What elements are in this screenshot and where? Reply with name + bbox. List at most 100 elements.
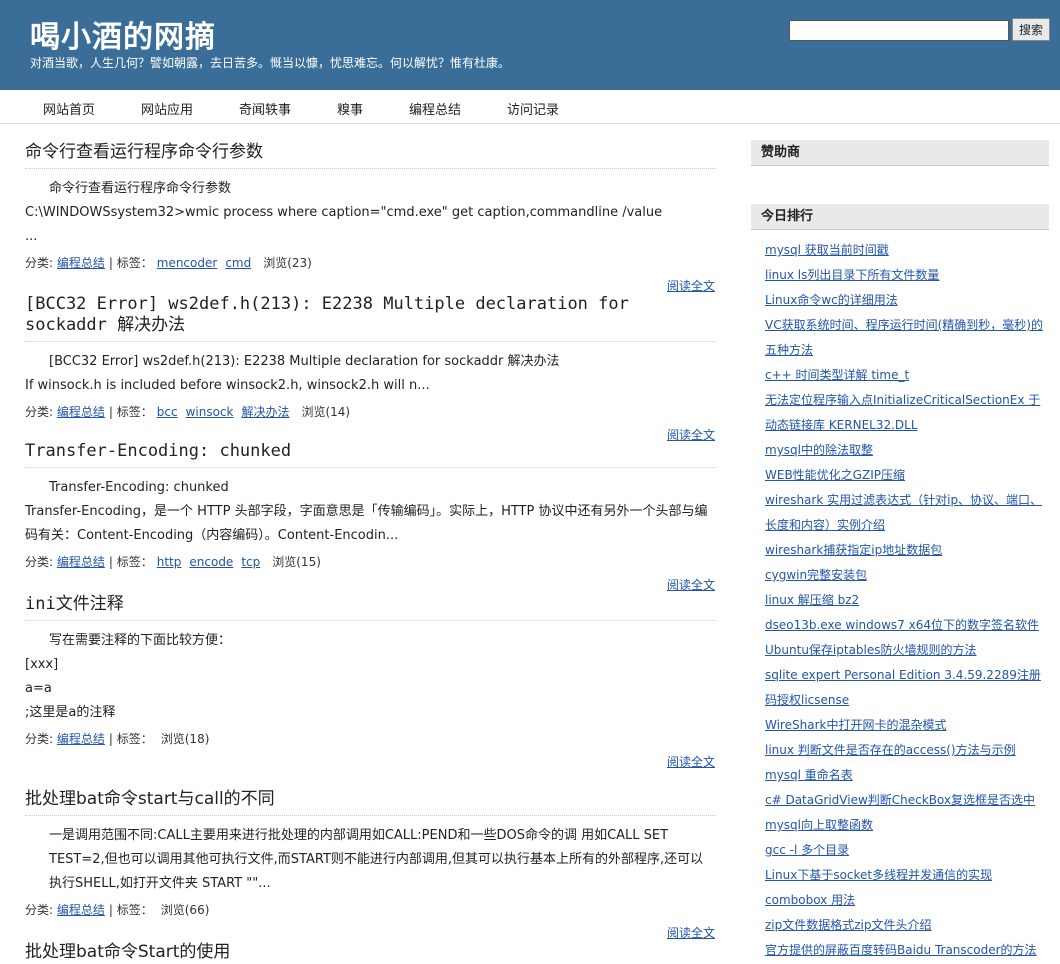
ranking-item-link[interactable]: c++ 时间类型详解 time_t: [765, 368, 909, 382]
post-views: 浏览(14): [301, 405, 351, 419]
ranking-item-link[interactable]: mysql 获取当前时间戳: [765, 243, 889, 257]
ranking-item-link[interactable]: cygwin完整安装包: [765, 568, 867, 582]
site-subtitle: 对酒当歌，人生几何？譬如朝露，去日苦多。慨当以慷，忧思难忘。何以解忧？惟有杜康。: [30, 56, 511, 70]
ranking-item-link[interactable]: mysql向上取整函数: [765, 818, 873, 832]
ranking-item: combobox 用法: [765, 888, 1049, 913]
ranking-item-link[interactable]: VC获取系统时间、程序运行时间(精确到秒，毫秒)的五种方法: [765, 318, 1043, 357]
post-excerpt: Transfer-Encoding: chunked Transfer-Encod…: [25, 476, 715, 548]
post-excerpt: [BCC32 Error] ws2def.h(213): E2238 Multi…: [25, 350, 715, 398]
ranking-item-link[interactable]: zip文件数据格式zip文件头介绍: [765, 918, 932, 932]
tags-label: | 标签：: [108, 732, 153, 746]
ranking-item: dseo13b.exe windows7 x64位下的数字签名软件: [765, 613, 1049, 638]
ranking-item-link[interactable]: mysql中的除法取整: [765, 443, 873, 457]
category-label: 分类:: [25, 732, 54, 746]
post-category-link[interactable]: 编程总结: [57, 256, 105, 270]
category-label: 分类:: [25, 405, 54, 419]
ranking-item: mysql 获取当前时间戳: [765, 238, 1049, 263]
ranking-item-link[interactable]: 官方提供的屏蔽百度转码Baidu Transcoder的方法: [765, 943, 1037, 957]
read-more-wrap: 阅读全文: [25, 924, 715, 942]
post-tag-link[interactable]: mencoder: [157, 256, 218, 270]
category-label: 分类:: [25, 903, 54, 917]
post-title[interactable]: [BCC32 Error] ws2def.h(213): E2238 Multi…: [25, 294, 715, 342]
post-excerpt-line: 写在需要注释的下面比较方便：: [49, 633, 232, 648]
ranking-item: mysql中的除法取整: [765, 438, 1049, 463]
read-more-link[interactable]: 阅读全文: [667, 926, 715, 940]
post-excerpt-line: Transfer-Encoding: chunked: [49, 480, 229, 495]
ranking-item-link[interactable]: mysql 重命名表: [765, 768, 853, 782]
read-more-link[interactable]: 阅读全文: [667, 279, 715, 293]
ranking-item: sqlite expert Personal Edition 3.4.59.22…: [765, 663, 1049, 713]
post-title[interactable]: 批处理bat命令start与call的不同: [25, 789, 715, 816]
post-excerpt-line: [BCC32 Error] ws2def.h(213): E2238 Multi…: [49, 354, 560, 369]
ranking-item-link[interactable]: linux 解压缩 bz2: [765, 593, 859, 607]
ranking-item: linux 解压缩 bz2: [765, 588, 1049, 613]
site-header: 喝小酒的网摘 对酒当歌，人生几何？譬如朝露，去日苦多。慨当以慷，忧思难忘。何以解…: [0, 0, 1060, 90]
tags-label: | 标签：: [108, 405, 153, 419]
ranking-item-link[interactable]: Linux下基于socket多线程并发通信的实现: [765, 868, 992, 882]
post-excerpt-line: Transfer-Encoding，是一个 HTTP 头部字段，字面意思是「传输…: [25, 504, 708, 543]
post-views: 浏览(15): [272, 555, 321, 569]
search-button[interactable]: 搜索: [1012, 18, 1050, 41]
post-excerpt-line: If winsock.h is included before winsock2…: [25, 378, 430, 393]
ranking-item-link[interactable]: linux 判断文件是否存在的access()方法与示例: [765, 743, 1016, 757]
tags-label: | 标签：: [108, 555, 153, 569]
category-label: 分类:: [25, 256, 54, 270]
ranking-item-link[interactable]: Ubuntu保存iptables防火墙规则的方法: [765, 643, 977, 657]
post-views: 浏览(23): [263, 256, 312, 270]
post-tag-link[interactable]: cmd: [225, 256, 251, 270]
post-category-link[interactable]: 编程总结: [57, 405, 105, 419]
post-tag-link[interactable]: http: [157, 555, 182, 569]
nav-item-apps[interactable]: 网站应用: [141, 99, 193, 118]
post-title[interactable]: 批处理bat命令Start的使用: [25, 942, 715, 964]
read-more-wrap: 阅读全文: [25, 277, 715, 295]
ranking-item-link[interactable]: combobox 用法: [765, 893, 855, 907]
post-meta: 分类: 编程总结 | 标签： 浏览(18): [25, 729, 715, 749]
post-tag-link[interactable]: tcp: [241, 555, 260, 569]
post-tag-link[interactable]: bcc: [157, 405, 178, 419]
main-nav: 网站首页 网站应用 奇闻轶事 糗事 编程总结 访问记录: [0, 90, 1060, 124]
post-item: [BCC32 Error] ws2def.h(213): E2238 Multi…: [25, 294, 715, 444]
post-item: 命令行查看运行程序命令行参数 命令行查看运行程序命令行参数 C:\WINDOWSsy…: [25, 142, 715, 295]
read-more-link[interactable]: 阅读全文: [667, 428, 715, 442]
post-category-link[interactable]: 编程总结: [57, 903, 105, 917]
ranking-item-link[interactable]: gcc -l 多个目录: [765, 843, 849, 857]
ranking-item-link[interactable]: WireShark中打开网卡的混杂模式: [765, 718, 946, 732]
nav-item-stories[interactable]: 奇闻轶事: [239, 99, 291, 118]
ranking-item-link[interactable]: c# DataGridView判断CheckBox复选框是否选中: [765, 793, 1035, 807]
post-tag-link[interactable]: winsock: [186, 405, 234, 419]
ranking-item-link[interactable]: sqlite expert Personal Edition 3.4.59.22…: [765, 668, 1041, 707]
ranking-item: linux ls列出目录下所有文件数量: [765, 263, 1049, 288]
site-title[interactable]: 喝小酒的网摘: [30, 12, 216, 56]
read-more-link[interactable]: 阅读全文: [667, 578, 715, 592]
post-tag-link[interactable]: 解决办法: [241, 405, 289, 419]
read-more-wrap: 阅读全文: [25, 753, 715, 771]
post-title[interactable]: Transfer-Encoding: chunked: [25, 441, 715, 468]
post-excerpt-line: 一是调用范围不同:CALL主要用来进行批处理的内部调用如CALL:PEND和一些…: [49, 828, 704, 891]
post-category-link[interactable]: 编程总结: [57, 555, 105, 569]
nav-item-funny[interactable]: 糗事: [337, 99, 363, 118]
post-category-link[interactable]: 编程总结: [57, 732, 105, 746]
ranking-item-link[interactable]: wireshark 实用过滤表达式（针对ip、协议、端口、长度和内容）实例介绍: [765, 493, 1042, 532]
nav-item-home[interactable]: 网站首页: [43, 99, 95, 118]
read-more-link[interactable]: 阅读全文: [667, 755, 715, 769]
nav-item-programming[interactable]: 编程总结: [409, 99, 461, 118]
search-input[interactable]: [789, 20, 1009, 41]
ranking-item: gcc -l 多个目录: [765, 838, 1049, 863]
sidebar: 赞助商 今日排行 mysql 获取当前时间戳 linux ls列出目录下所有文件数…: [751, 140, 1049, 964]
ranking-item: wireshark 实用过滤表达式（针对ip、协议、端口、长度和内容）实例介绍: [765, 488, 1049, 538]
ranking-item-link[interactable]: dseo13b.exe windows7 x64位下的数字签名软件: [765, 618, 1039, 632]
ranking-item-link[interactable]: Linux命令wc的详细用法: [765, 293, 898, 307]
ranking-item-link[interactable]: linux ls列出目录下所有文件数量: [765, 268, 939, 282]
post-excerpt-line: a=a: [25, 681, 52, 696]
nav-item-visit-log[interactable]: 访问记录: [507, 99, 559, 118]
ranking-item: c++ 时间类型详解 time_t: [765, 363, 1049, 388]
ranking-item-link[interactable]: wireshark捕获指定ip地址数据包: [765, 543, 942, 557]
post-title[interactable]: 命令行查看运行程序命令行参数: [25, 142, 715, 169]
post-title[interactable]: ini文件注释: [25, 594, 715, 621]
post-excerpt-line: ...: [25, 229, 38, 244]
post-tag-link[interactable]: encode: [189, 555, 233, 569]
tags-label: | 标签：: [108, 903, 153, 917]
ranking-item: linux 判断文件是否存在的access()方法与示例: [765, 738, 1049, 763]
ranking-item-link[interactable]: WEB性能优化之GZIP压缩: [765, 468, 905, 482]
ranking-item-link[interactable]: 无法定位程序输入点InitializeCriticalSectionEx 于动态…: [765, 393, 1040, 432]
